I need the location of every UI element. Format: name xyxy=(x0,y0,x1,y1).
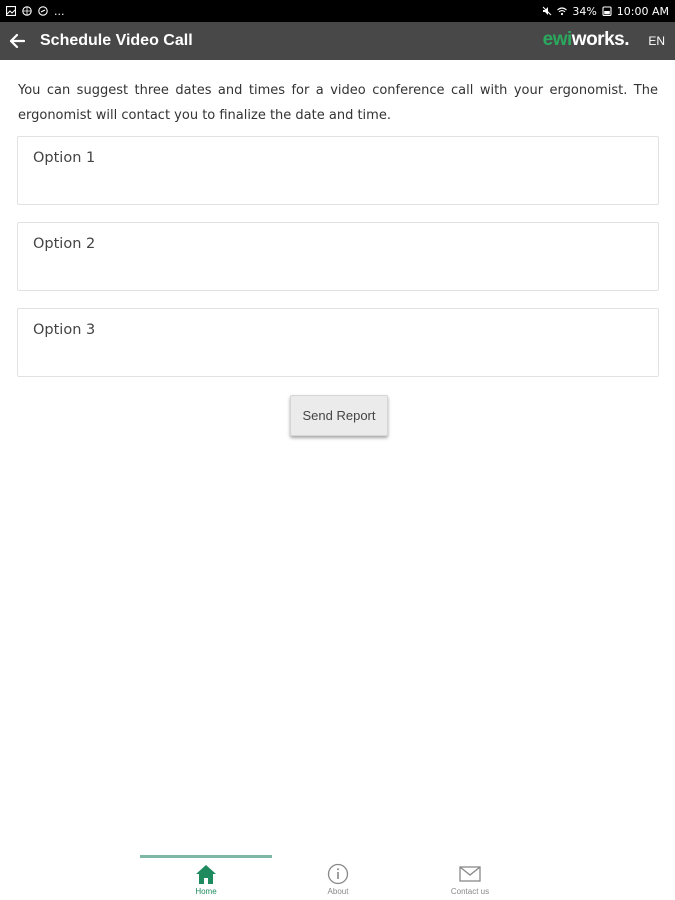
nav-label-about: About xyxy=(327,887,349,896)
link-notification-icon xyxy=(38,6,48,16)
send-report-button[interactable]: Send Report xyxy=(290,395,388,436)
status-bar: ... 34% 10:00 AM xyxy=(0,0,675,22)
back-button[interactable] xyxy=(2,22,32,60)
nav-active-indicator xyxy=(140,855,272,858)
status-dots: ... xyxy=(54,4,65,18)
app-bar: Schedule Video Call ewiworks. EN xyxy=(0,22,675,60)
brand-logo-part1: ewi xyxy=(542,29,573,50)
nav-item-contact[interactable]: Contact us xyxy=(404,855,536,900)
globe-notification-icon xyxy=(22,6,32,16)
status-time: 10:00 AM xyxy=(616,4,669,18)
status-right: 34% 10:00 AM xyxy=(542,5,669,18)
battery-icon xyxy=(602,6,612,16)
battery-percent: 34% xyxy=(572,4,597,18)
brand-logo: ewiworks. xyxy=(542,29,630,51)
brand-logo-part2: works. xyxy=(571,29,630,50)
option-3-field[interactable]: Option 3 xyxy=(17,308,659,377)
image-notification-icon xyxy=(6,6,16,16)
option-2-field[interactable]: Option 2 xyxy=(17,222,659,291)
info-icon xyxy=(327,863,349,885)
nav-item-home[interactable]: Home xyxy=(140,855,272,900)
status-left: ... xyxy=(6,5,65,18)
arrow-left-icon xyxy=(9,33,25,49)
intro-text: You can suggest three dates and times fo… xyxy=(18,83,658,123)
bottom-nav: Home About Contact us xyxy=(0,855,675,900)
option-3-label: Option 3 xyxy=(33,322,96,338)
nav-label-contact: Contact us xyxy=(450,887,490,896)
option-2-label: Option 2 xyxy=(33,236,96,252)
mute-icon xyxy=(542,6,552,16)
nav-label-home: Home xyxy=(195,887,217,896)
home-icon xyxy=(196,865,216,884)
mail-icon xyxy=(459,866,481,882)
option-1-field[interactable]: Option 1 xyxy=(17,136,659,205)
option-1-label: Option 1 xyxy=(33,150,96,166)
nav-item-about[interactable]: About xyxy=(272,855,404,900)
wifi-icon xyxy=(557,7,568,16)
language-selector[interactable]: EN xyxy=(648,34,665,48)
page-title: Schedule Video Call xyxy=(40,32,193,49)
